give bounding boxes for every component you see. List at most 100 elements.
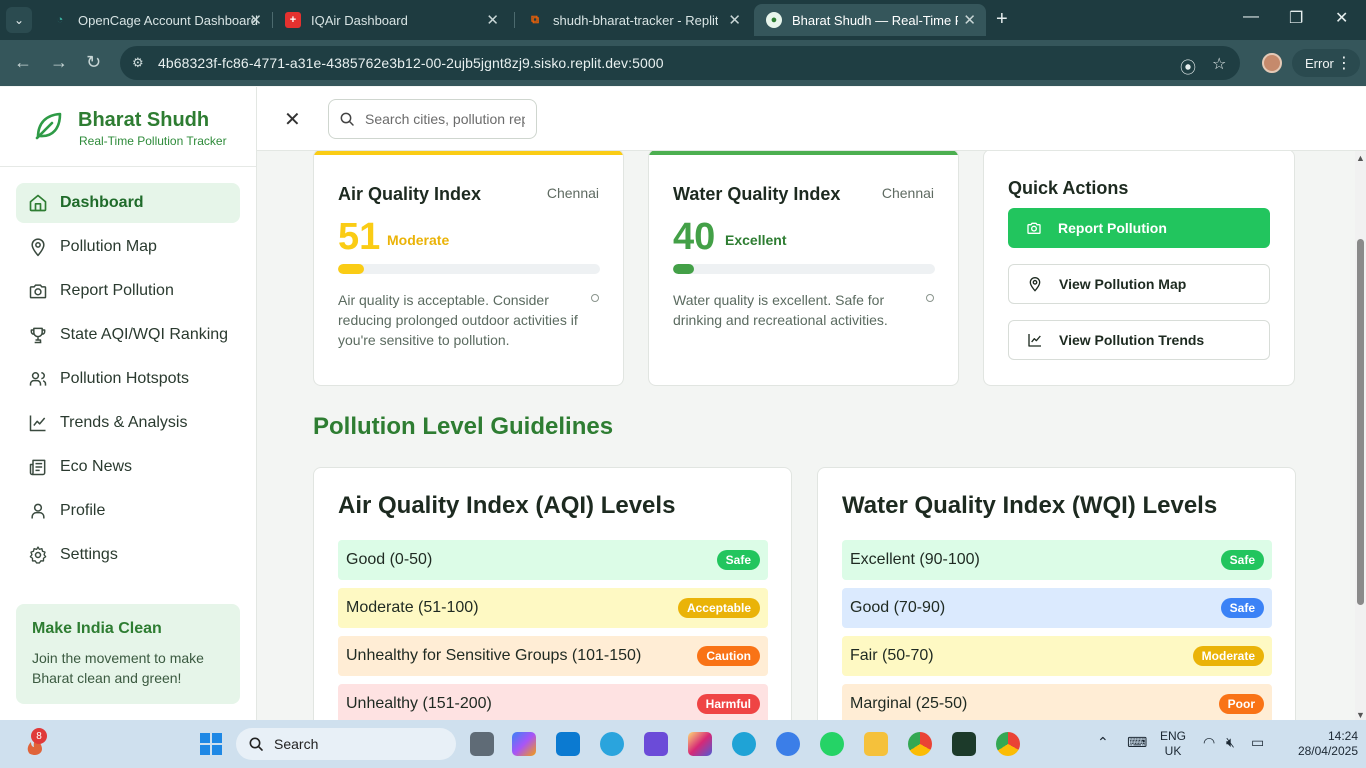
- new-tab-button[interactable]: +: [996, 8, 1008, 31]
- page-scrollbar[interactable]: ▲ ▼: [1355, 151, 1366, 720]
- level-badge: Harmful: [696, 694, 760, 714]
- sidebar-item-eco-news[interactable]: Eco News: [16, 447, 240, 487]
- sidebar-item-pollution-hotspots[interactable]: Pollution Hotspots: [16, 359, 240, 399]
- battery-icon[interactable]: ▭: [1251, 734, 1264, 751]
- brand-header[interactable]: Bharat Shudh Real-Time Pollution Tracker: [0, 87, 256, 167]
- close-tab-icon[interactable]: ✕: [728, 11, 741, 29]
- edge-browser-icon[interactable]: [732, 732, 756, 756]
- chrome-profile-icon[interactable]: [908, 732, 932, 756]
- aqi-level-row: Unhealthy for Sensitive Groups (101-150)…: [338, 636, 768, 676]
- wqi-levels-card: Water Quality Index (WQI) Levels Excelle…: [817, 467, 1296, 720]
- minimize-window-icon[interactable]: —: [1243, 8, 1259, 26]
- chevron-down-icon: ⌄: [13, 13, 25, 27]
- tab-label: shudh-bharat-tracker - Replit: [553, 12, 719, 28]
- level-label: Moderate (51-100): [346, 599, 479, 616]
- input-language-indicator[interactable]: ENG UK: [1160, 729, 1186, 759]
- sidebar-item-trends[interactable]: Trends & Analysis: [16, 403, 240, 443]
- browser-tab-replit[interactable]: ⧉ shudh-bharat-tracker - Replit ✕: [515, 4, 751, 36]
- info-icon[interactable]: [591, 294, 599, 302]
- scrollbar-thumb[interactable]: [1357, 239, 1364, 605]
- telegram-icon[interactable]: [600, 732, 624, 756]
- wqi-card-title: Water Quality Index: [673, 184, 841, 204]
- instagram-icon[interactable]: [688, 732, 712, 756]
- report-pollution-button[interactable]: Report Pollution: [1008, 208, 1270, 248]
- browser-tab-bharat-shudh[interactable]: ● Bharat Shudh — Real-Time Polli ✕: [754, 4, 986, 36]
- browser-error-button[interactable]: Error ⋮: [1292, 49, 1360, 77]
- chart-line-icon: [1028, 334, 1041, 347]
- map-pin-icon: [31, 238, 45, 257]
- clock-date: 28/04/2025: [1297, 744, 1358, 758]
- more-menu-icon[interactable]: ⋮: [1336, 53, 1352, 73]
- sidebar-item-dashboard[interactable]: Dashboard: [16, 183, 240, 223]
- notification-count-badge: 8: [31, 728, 47, 744]
- sidebar-item-label: Settings: [60, 546, 118, 563]
- sidebar-item-settings[interactable]: Settings: [16, 535, 240, 575]
- sidebar-item-profile[interactable]: Profile: [16, 491, 240, 531]
- search-box[interactable]: [328, 99, 537, 139]
- whatsapp-icon[interactable]: [820, 732, 844, 756]
- keyboard-layout-icon[interactable]: ⌨: [1127, 734, 1147, 751]
- sidebar-item-label: Trends & Analysis: [60, 414, 188, 431]
- info-icon[interactable]: [926, 294, 934, 302]
- brand-name: Bharat Shudh: [78, 109, 210, 131]
- aqi-card: Air Quality Index Chennai 51 Moderate Ai…: [313, 151, 624, 386]
- reload-icon[interactable]: ↻: [86, 52, 101, 73]
- forward-arrow-icon[interactable]: →: [50, 52, 68, 73]
- error-label: Error: [1305, 55, 1334, 71]
- system-clock[interactable]: 14:24 28/04/2025: [1292, 729, 1358, 759]
- address-bar[interactable]: ⚙ 4b68323f-fc86-4771-a31e-4385762e3b12-0…: [120, 46, 1240, 80]
- level-badge: Safe: [1220, 550, 1264, 570]
- file-explorer-icon[interactable]: [864, 732, 888, 756]
- scroll-down-arrow-icon[interactable]: ▼: [1356, 710, 1365, 720]
- tab-label: IQAir Dashboard: [311, 12, 408, 28]
- wqi-level-row: Fair (50-70) Moderate: [842, 636, 1272, 676]
- close-sidebar-icon[interactable]: ✕: [284, 107, 301, 132]
- button-label: View Pollution Trends: [1059, 332, 1205, 348]
- clock-time: 14:24: [1327, 729, 1358, 743]
- level-label: Unhealthy for Sensitive Groups (101-150): [346, 647, 642, 664]
- search-input[interactable]: [365, 111, 525, 127]
- show-hidden-icons-chevron-icon[interactable]: ⌃: [1097, 734, 1109, 751]
- wqi-label: Excellent: [725, 232, 787, 248]
- close-tab-icon[interactable]: ✕: [486, 11, 499, 29]
- sidebar-item-label: Pollution Hotspots: [60, 370, 189, 387]
- task-view-icon[interactable]: [470, 732, 494, 756]
- close-window-icon[interactable]: ✕: [1335, 8, 1348, 28]
- browser-tab-opencage[interactable]: ◔ OpenCage Account Dashboard ✕: [40, 4, 272, 36]
- wifi-icon[interactable]: ◠: [1203, 734, 1215, 751]
- bookmark-star-icon[interactable]: ☆: [1212, 54, 1226, 74]
- camera-icon: [29, 284, 47, 299]
- browser-tab-iqair[interactable]: + IQAir Dashboard ✕: [273, 4, 509, 36]
- iqair-favicon-icon: +: [285, 12, 301, 28]
- maximize-window-icon[interactable]: ❐: [1289, 8, 1303, 28]
- profile-avatar[interactable]: [1262, 53, 1282, 73]
- back-arrow-icon[interactable]: ←: [14, 52, 32, 73]
- chrome-active-icon[interactable]: [996, 732, 1020, 756]
- close-tab-icon[interactable]: ✕: [249, 11, 262, 29]
- scroll-up-arrow-icon[interactable]: ▲: [1356, 153, 1365, 163]
- site-settings-icon[interactable]: ⚙: [132, 54, 150, 72]
- wqi-level-row: Marginal (25-50) Poor: [842, 684, 1272, 720]
- level-label: Good (70-90): [850, 599, 946, 616]
- sidebar-item-report-pollution[interactable]: Report Pollution: [16, 271, 240, 311]
- taskbar-search[interactable]: Search: [236, 728, 456, 760]
- users-icon: [29, 372, 47, 386]
- volume-muted-icon[interactable]: 🔇︎: [1226, 734, 1235, 751]
- url-text[interactable]: 4b68323f-fc86-4771-a31e-4385762e3b12-00-…: [158, 55, 664, 71]
- terminal-app-icon[interactable]: [952, 732, 976, 756]
- top-bar: ✕: [257, 87, 1366, 151]
- clipchamp-icon[interactable]: [644, 732, 668, 756]
- sync-app-icon[interactable]: [776, 732, 800, 756]
- microsoft-store-icon[interactable]: [556, 732, 580, 756]
- main-content: Air Quality Index Chennai 51 Moderate Ai…: [257, 151, 1355, 720]
- view-pollution-map-button[interactable]: View Pollution Map: [1008, 264, 1270, 304]
- wqi-progress-fill: [673, 264, 694, 274]
- location-pin-icon[interactable]: ⦿: [1180, 54, 1196, 78]
- windows-start-icon[interactable]: [200, 733, 222, 755]
- sidebar-item-state-ranking[interactable]: State AQI/WQI Ranking: [16, 315, 240, 355]
- view-pollution-trends-button[interactable]: View Pollution Trends: [1008, 320, 1270, 360]
- close-tab-icon[interactable]: ✕: [963, 11, 976, 29]
- copilot-icon[interactable]: [512, 732, 536, 756]
- sidebar-item-pollution-map[interactable]: Pollution Map: [16, 227, 240, 267]
- tab-search-button[interactable]: ⌄: [6, 7, 32, 33]
